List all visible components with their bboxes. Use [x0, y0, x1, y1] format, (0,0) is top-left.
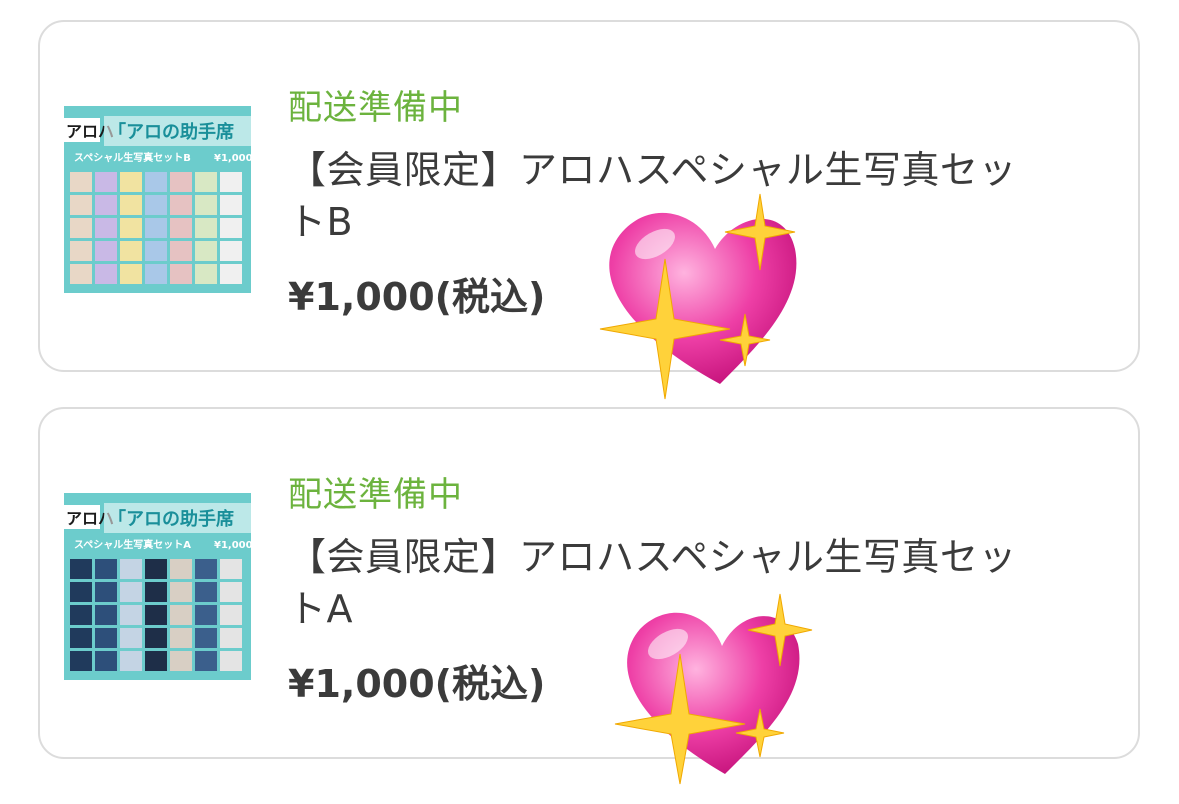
- photo-tile: [120, 559, 142, 579]
- product-thumbnail[interactable]: アロハ 「アロの助手席 スペシャル生写真セットA ¥1,000: [64, 493, 251, 680]
- photo-tile: [70, 582, 92, 602]
- photo-tile: [220, 195, 242, 215]
- photo-tile: [70, 195, 92, 215]
- thumb-subtitle: スペシャル生写真セットB: [74, 151, 191, 164]
- order-card[interactable]: アロハ 「アロの助手席 スペシャル生写真セットB ¥1,000 配送準備中 【会…: [38, 20, 1140, 400]
- photo-tile: [145, 241, 167, 261]
- photo-tile: [170, 582, 192, 602]
- photo-tile: [170, 651, 192, 671]
- photo-grid: [70, 559, 242, 671]
- photo-tile: [170, 559, 192, 579]
- photo-tile: [70, 651, 92, 671]
- thumb-headline: 「アロの助手席: [108, 121, 234, 143]
- photo-tile: [120, 628, 142, 648]
- photo-tile: [220, 559, 242, 579]
- photo-tile: [145, 628, 167, 648]
- photo-tile: [70, 628, 92, 648]
- photo-tile: [120, 195, 142, 215]
- photo-tile: [220, 582, 242, 602]
- photo-tile: [120, 241, 142, 261]
- photo-tile: [170, 605, 192, 625]
- product-price: ¥1,000(税込): [288, 275, 546, 319]
- photo-tile: [120, 172, 142, 192]
- product-image: アロハ 「アロの助手席 スペシャル生写真セットB ¥1,000: [64, 106, 251, 293]
- photo-tile: [95, 264, 117, 284]
- photo-tile: [195, 605, 217, 625]
- photo-tile: [95, 195, 117, 215]
- photo-tile: [145, 195, 167, 215]
- photo-tile: [195, 582, 217, 602]
- photo-tile: [95, 241, 117, 261]
- photo-tile: [145, 559, 167, 579]
- photo-tile: [70, 218, 92, 238]
- photo-tile: [220, 605, 242, 625]
- photo-grid: [70, 172, 242, 284]
- order-status: 配送準備中: [288, 475, 463, 515]
- photo-tile: [120, 264, 142, 284]
- photo-tile: [220, 264, 242, 284]
- order-status: 配送準備中: [288, 88, 463, 128]
- photo-tile: [195, 651, 217, 671]
- photo-tile: [70, 559, 92, 579]
- photo-tile: [145, 651, 167, 671]
- photo-tile: [195, 172, 217, 192]
- photo-tile: [195, 218, 217, 238]
- photo-tile: [220, 651, 242, 671]
- photo-tile: [70, 172, 92, 192]
- photo-tile: [195, 241, 217, 261]
- photo-tile: [95, 628, 117, 648]
- sparkling-heart-icon: [614, 593, 813, 785]
- photo-tile: [95, 218, 117, 238]
- thumb-headline: 「アロの助手席: [108, 508, 234, 530]
- photo-tile: [120, 582, 142, 602]
- photo-tile: [195, 264, 217, 284]
- product-price: ¥1,000(税込): [288, 662, 546, 706]
- photo-tile: [95, 172, 117, 192]
- photo-tile: [120, 605, 142, 625]
- photo-tile: [220, 241, 242, 261]
- photo-tile: [170, 195, 192, 215]
- photo-tile: [95, 582, 117, 602]
- thumb-price: ¥1,000: [214, 153, 251, 164]
- photo-tile: [145, 218, 167, 238]
- photo-tile: [70, 264, 92, 284]
- product-image: アロハ 「アロの助手席 スペシャル生写真セットA ¥1,000: [64, 493, 251, 680]
- photo-tile: [170, 264, 192, 284]
- thumb-price: ¥1,000: [214, 540, 251, 551]
- photo-tile: [195, 195, 217, 215]
- photo-tile: [145, 172, 167, 192]
- photo-tile: [170, 241, 192, 261]
- photo-tile: [170, 218, 192, 238]
- photo-tile: [220, 172, 242, 192]
- photo-tile: [145, 582, 167, 602]
- photo-tile: [70, 241, 92, 261]
- photo-tile: [170, 172, 192, 192]
- photo-tile: [170, 628, 192, 648]
- photo-tile: [120, 651, 142, 671]
- photo-tile: [195, 559, 217, 579]
- product-thumbnail[interactable]: アロハ 「アロの助手席 スペシャル生写真セットB ¥1,000: [64, 106, 251, 293]
- sparkling-heart-icon: [599, 193, 797, 400]
- photo-tile: [95, 605, 117, 625]
- photo-tile: [120, 218, 142, 238]
- order-card[interactable]: アロハ 「アロの助手席 スペシャル生写真セットA ¥1,000 配送準備中 【会…: [38, 407, 1140, 785]
- photo-tile: [70, 605, 92, 625]
- photo-tile: [95, 559, 117, 579]
- photo-tile: [145, 605, 167, 625]
- photo-tile: [220, 218, 242, 238]
- photo-tile: [145, 264, 167, 284]
- photo-tile: [95, 651, 117, 671]
- photo-tile: [195, 628, 217, 648]
- thumb-subtitle: スペシャル生写真セットA: [74, 538, 191, 551]
- photo-tile: [220, 628, 242, 648]
